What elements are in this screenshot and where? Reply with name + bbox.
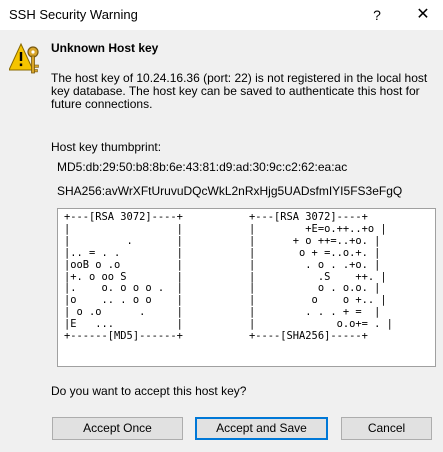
- close-button[interactable]: ✕: [403, 0, 443, 30]
- help-button[interactable]: ?: [357, 0, 397, 30]
- thumbprint-label: Host key thumbprint:: [51, 140, 162, 154]
- accept-once-button[interactable]: Accept Once: [52, 417, 183, 440]
- accept-and-save-button[interactable]: Accept and Save: [195, 417, 328, 440]
- dialog-heading: Unknown Host key: [51, 41, 159, 55]
- sha256-randomart: +---[RSA 3072]----+ | +E=o.++..+o | | + …: [249, 211, 393, 343]
- accept-question: Do you want to accept this host key?: [51, 384, 247, 398]
- window-title: SSH Security Warning: [9, 7, 138, 22]
- sha256-fingerprint: SHA256:avWrXFtUruvuDQcWkL2nRxHjg5UADsfmI…: [57, 184, 403, 198]
- md5-fingerprint: MD5:db:29:50:b8:8b:6e:43:81:d9:ad:30:9c:…: [57, 160, 348, 174]
- warning-key-icon: [9, 42, 39, 74]
- cancel-button[interactable]: Cancel: [341, 417, 432, 440]
- title-bar: SSH Security Warning ? ✕: [0, 0, 443, 30]
- randomart-panel: +---[RSA 3072]----+ | | | . | |.. = . . …: [57, 208, 436, 367]
- warning-message: The host key of 10.24.16.36 (port: 22) i…: [51, 71, 428, 111]
- md5-randomart: +---[RSA 3072]----+ | | | . | |.. = . . …: [64, 211, 183, 343]
